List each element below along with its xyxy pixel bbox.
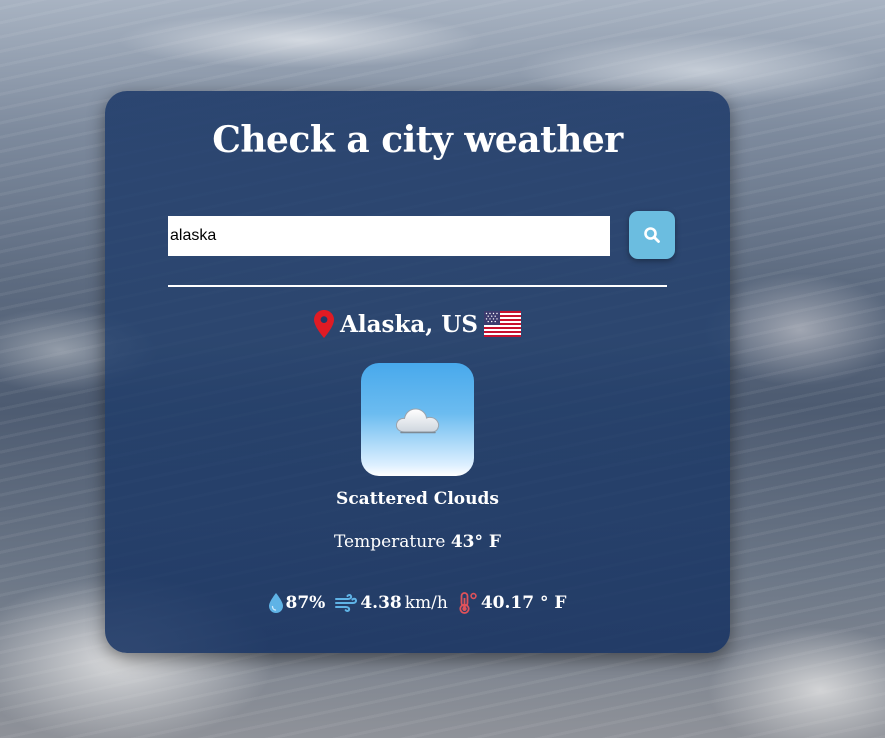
temperature-row: Temperature 43° F	[105, 532, 730, 552]
map-pin-icon	[314, 310, 335, 338]
temperature-label: Temperature	[334, 532, 446, 552]
page-title: Check a city weather	[212, 119, 623, 161]
wind-icon	[335, 594, 358, 612]
us-flag-icon	[483, 311, 521, 337]
wind-stat: 4.38 km/h	[335, 593, 448, 613]
feels-like-value: 40.17 ° F	[480, 593, 567, 613]
search-input[interactable]	[168, 216, 610, 256]
cloud-icon	[395, 407, 439, 433]
divider	[168, 285, 667, 287]
temperature-value: 43° F	[450, 532, 501, 552]
wind-unit: km/h	[404, 593, 448, 613]
humidity-stat: 87%	[268, 593, 326, 613]
weather-card: Check a city weather Alaska, US	[105, 91, 730, 653]
weather-description: Scattered Clouds	[336, 489, 499, 509]
thermometer-icon	[459, 592, 477, 614]
feels-like-stat: 40.17 ° F	[458, 592, 567, 614]
search-icon	[644, 227, 660, 243]
humidity-value: 87%	[285, 593, 326, 613]
location-name: Alaska, US	[340, 310, 478, 338]
stats-row: 87% 4.38 km/h 40.17 ° F	[105, 592, 730, 614]
water-drop-icon	[268, 593, 283, 613]
location-row: Alaska, US	[105, 310, 730, 338]
search-button[interactable]	[629, 211, 675, 259]
weather-icon-box	[361, 363, 474, 476]
wind-value: 4.38	[360, 593, 402, 613]
